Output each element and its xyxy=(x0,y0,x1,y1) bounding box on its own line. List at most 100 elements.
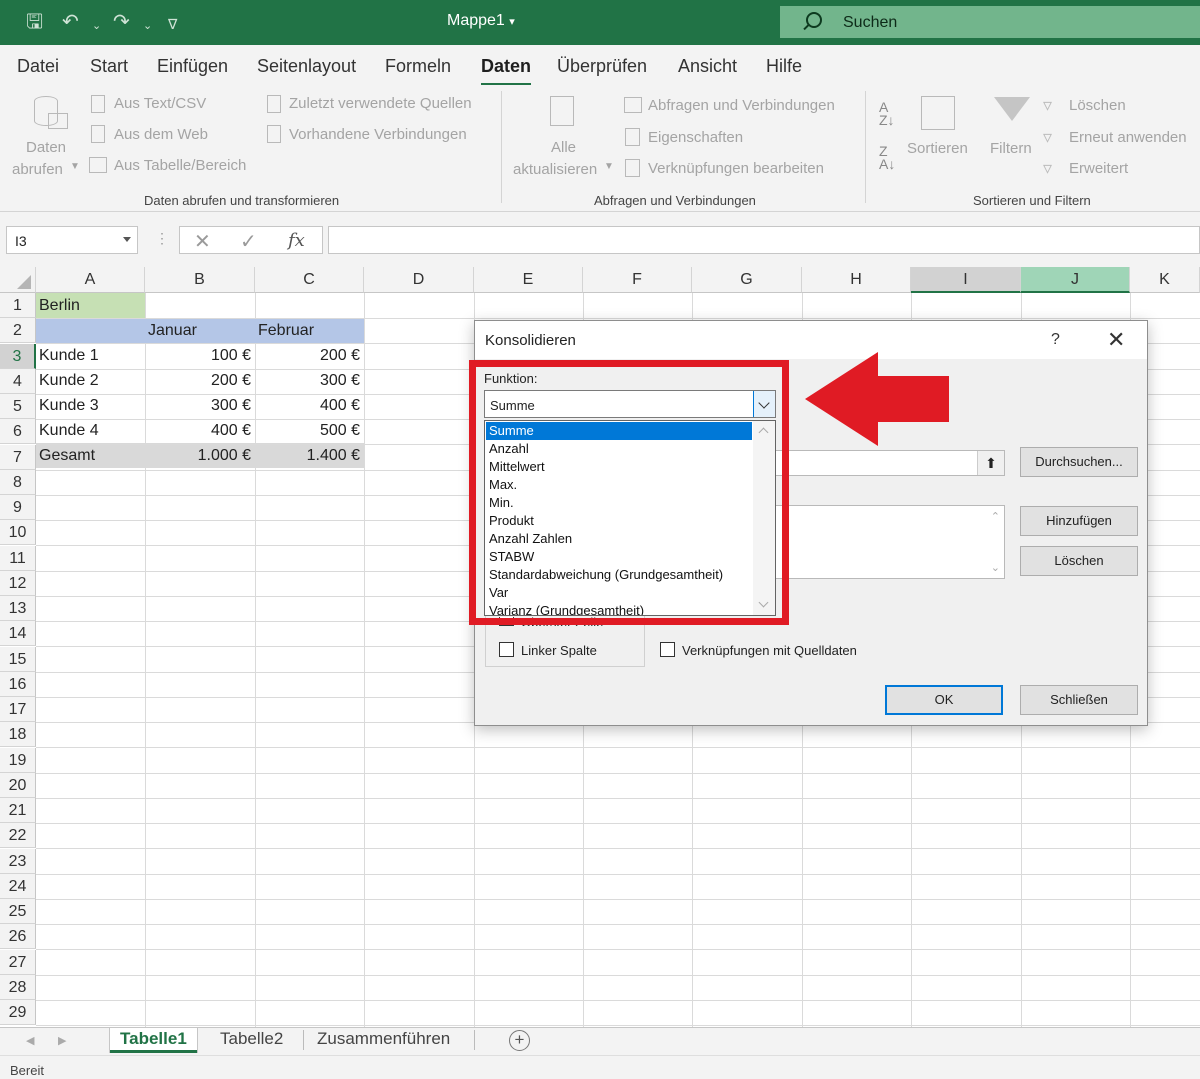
column-header-j[interactable]: J xyxy=(1021,267,1130,293)
chevron-down-icon[interactable] xyxy=(123,237,131,242)
row-header-21[interactable]: 21 xyxy=(0,798,36,823)
cell-c4[interactable]: 300 € xyxy=(255,368,364,393)
row-header-16[interactable]: 16 xyxy=(0,671,36,697)
help-icon[interactable]: ? xyxy=(1051,331,1060,349)
more-options-icon[interactable]: ⋮ xyxy=(155,230,169,247)
row-header-24[interactable]: 24 xyxy=(0,873,36,899)
ok-button[interactable]: OK xyxy=(885,685,1003,715)
row-header-20[interactable]: 20 xyxy=(0,772,36,798)
durchsuchen-button[interactable]: Durchsuchen... xyxy=(1020,447,1138,477)
sheet-tab-zusammenfuehren[interactable]: Zusammenführen xyxy=(307,1028,460,1053)
cell-c6[interactable]: 500 € xyxy=(255,418,364,443)
cell-b5[interactable]: 300 € xyxy=(145,393,255,418)
search-input[interactable]: Suchen xyxy=(780,6,1200,38)
row-header-18[interactable]: 18 xyxy=(0,722,36,748)
undo-dropdown-icon[interactable]: ⌄ xyxy=(92,14,101,38)
cell-b7[interactable]: 1.000 € xyxy=(145,443,255,468)
column-header-a[interactable]: A xyxy=(36,267,145,293)
row-header-17[interactable]: 17 xyxy=(0,697,36,722)
document-title[interactable]: Mappe1 ▾ xyxy=(447,12,515,30)
row-header-6[interactable]: 6 xyxy=(0,419,36,445)
column-header-c[interactable]: C xyxy=(255,267,364,293)
references-list[interactable]: ⌃ ⌄ xyxy=(775,505,1005,579)
tab-formeln[interactable]: Formeln xyxy=(385,56,451,77)
column-header-i[interactable]: I xyxy=(911,267,1021,293)
row-header-3[interactable]: 3 xyxy=(0,343,36,369)
cell-a6[interactable]: Kunde 4 xyxy=(36,418,145,443)
scroll-right-icon[interactable]: ▶ xyxy=(58,1034,66,1047)
cancel-icon[interactable]: ✕ xyxy=(194,229,211,254)
scroll-left-icon[interactable]: ◀ xyxy=(26,1034,34,1047)
hinzufuegen-button[interactable]: Hinzufügen xyxy=(1020,506,1138,536)
sheet-tab-tabelle2[interactable]: Tabelle2 xyxy=(210,1028,293,1053)
tab-hilfe[interactable]: Hilfe xyxy=(766,56,802,77)
sort-descending-icon[interactable]: Z A↓ xyxy=(879,144,895,171)
undo-icon[interactable]: ↶ xyxy=(62,10,79,34)
cell-c7[interactable]: 1.400 € xyxy=(255,443,364,468)
redo-icon[interactable]: ↷ xyxy=(113,10,130,34)
save-icon[interactable]: 🖫 xyxy=(26,10,43,34)
row-header-12[interactable]: 12 xyxy=(0,570,36,596)
row-header-25[interactable]: 25 xyxy=(0,899,36,924)
tab-daten[interactable]: Daten xyxy=(481,56,532,86)
linker-spalte-checkbox[interactable] xyxy=(499,642,514,657)
chevron-up-icon[interactable]: ⌃ xyxy=(991,510,1000,523)
row-header-15[interactable]: 15 xyxy=(0,646,36,672)
row-header-7[interactable]: 7 xyxy=(0,444,36,470)
row-header-23[interactable]: 23 xyxy=(0,848,36,874)
schliessen-button[interactable]: Schließen xyxy=(1020,685,1138,715)
cell-a4[interactable]: Kunde 2 xyxy=(36,368,145,393)
tab-datei[interactable]: Datei xyxy=(17,56,59,77)
redo-dropdown-icon[interactable]: ⌄ xyxy=(143,14,152,38)
sort-ascending-icon[interactable]: A Z↓ xyxy=(879,100,895,127)
insert-function-icon[interactable]: fx xyxy=(288,230,305,251)
reference-input[interactable] xyxy=(775,450,1005,476)
row-header-10[interactable]: 10 xyxy=(0,520,36,546)
loeschen-button[interactable]: Löschen xyxy=(1020,546,1138,576)
formula-input[interactable] xyxy=(328,226,1200,254)
cell-b6[interactable]: 400 € xyxy=(145,418,255,443)
row-header-1[interactable]: 1 xyxy=(0,293,36,318)
cell-b3[interactable]: 100 € xyxy=(145,343,255,368)
column-header-e[interactable]: E xyxy=(474,267,583,293)
tab-ansicht[interactable]: Ansicht xyxy=(678,56,737,77)
sheet-tab-tabelle1[interactable]: Tabelle1 xyxy=(110,1028,197,1053)
verknuepfungen-checkbox[interactable] xyxy=(660,642,675,657)
customize-toolbar-icon[interactable]: ∇ xyxy=(168,12,177,36)
cell-a7[interactable]: Gesamt xyxy=(36,443,145,468)
cell-b2[interactable]: Januar xyxy=(145,318,255,343)
row-header-5[interactable]: 5 xyxy=(0,394,36,419)
row-header-14[interactable]: 14 xyxy=(0,621,36,647)
cell-a1[interactable]: Berlin xyxy=(36,293,145,318)
tab-seitenlayout[interactable]: Seitenlayout xyxy=(257,56,356,77)
cell-c2[interactable]: Februar xyxy=(255,318,364,343)
column-header-g[interactable]: G xyxy=(692,267,802,293)
name-box[interactable]: I3 xyxy=(6,226,138,254)
row-header-28[interactable]: 28 xyxy=(0,974,36,1000)
confirm-icon[interactable]: ✓ xyxy=(240,229,257,254)
column-header-k[interactable]: K xyxy=(1130,267,1200,293)
column-header-d[interactable]: D xyxy=(364,267,474,293)
row-header-27[interactable]: 27 xyxy=(0,949,36,975)
tab-einfuegen[interactable]: Einfügen xyxy=(157,56,228,77)
column-header-h[interactable]: H xyxy=(802,267,911,293)
row-header-4[interactable]: 4 xyxy=(0,368,36,394)
column-header-b[interactable]: B xyxy=(145,267,255,293)
select-all-corner[interactable] xyxy=(0,267,36,293)
cell-c5[interactable]: 400 € xyxy=(255,393,364,418)
add-sheet-icon[interactable]: + xyxy=(509,1030,530,1051)
row-header-22[interactable]: 22 xyxy=(0,823,36,849)
cell-b4[interactable]: 200 € xyxy=(145,368,255,393)
cell-a3[interactable]: Kunde 1 xyxy=(36,343,145,368)
tab-start[interactable]: Start xyxy=(90,56,128,77)
row-header-19[interactable]: 19 xyxy=(0,747,36,773)
close-icon[interactable]: ✕ xyxy=(1107,327,1125,353)
row-header-26[interactable]: 26 xyxy=(0,924,36,950)
cell-c3[interactable]: 200 € xyxy=(255,343,364,368)
cell-a5[interactable]: Kunde 3 xyxy=(36,393,145,418)
chevron-down-icon[interactable]: ⌄ xyxy=(991,561,1000,574)
row-header-29[interactable]: 29 xyxy=(0,1000,36,1025)
row-header-8[interactable]: 8 xyxy=(0,469,36,495)
row-header-9[interactable]: 9 xyxy=(0,495,36,520)
row-header-2[interactable]: 2 xyxy=(0,318,36,344)
